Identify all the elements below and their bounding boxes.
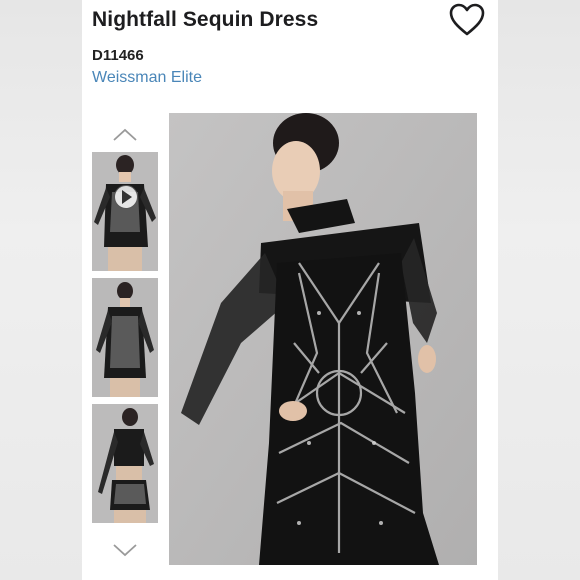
thumbnail-two-piece-view[interactable] (92, 404, 158, 523)
product-panel: Nightfall Sequin Dress D11466 Weissman E… (82, 0, 498, 580)
play-icon[interactable] (114, 185, 138, 209)
thumbnail-video[interactable] (92, 152, 158, 271)
brand-link[interactable]: Weissman Elite (92, 69, 202, 87)
product-title: Nightfall Sequin Dress (92, 8, 319, 31)
main-product-image[interactable] (169, 113, 477, 565)
background-left (0, 0, 82, 580)
chevron-up-icon[interactable] (112, 127, 138, 143)
background-right (498, 0, 580, 580)
thumbnail-front-view[interactable] (92, 278, 158, 397)
chevron-down-icon[interactable] (112, 542, 138, 558)
heart-icon[interactable] (448, 2, 486, 38)
product-sku: D11466 (92, 47, 144, 64)
